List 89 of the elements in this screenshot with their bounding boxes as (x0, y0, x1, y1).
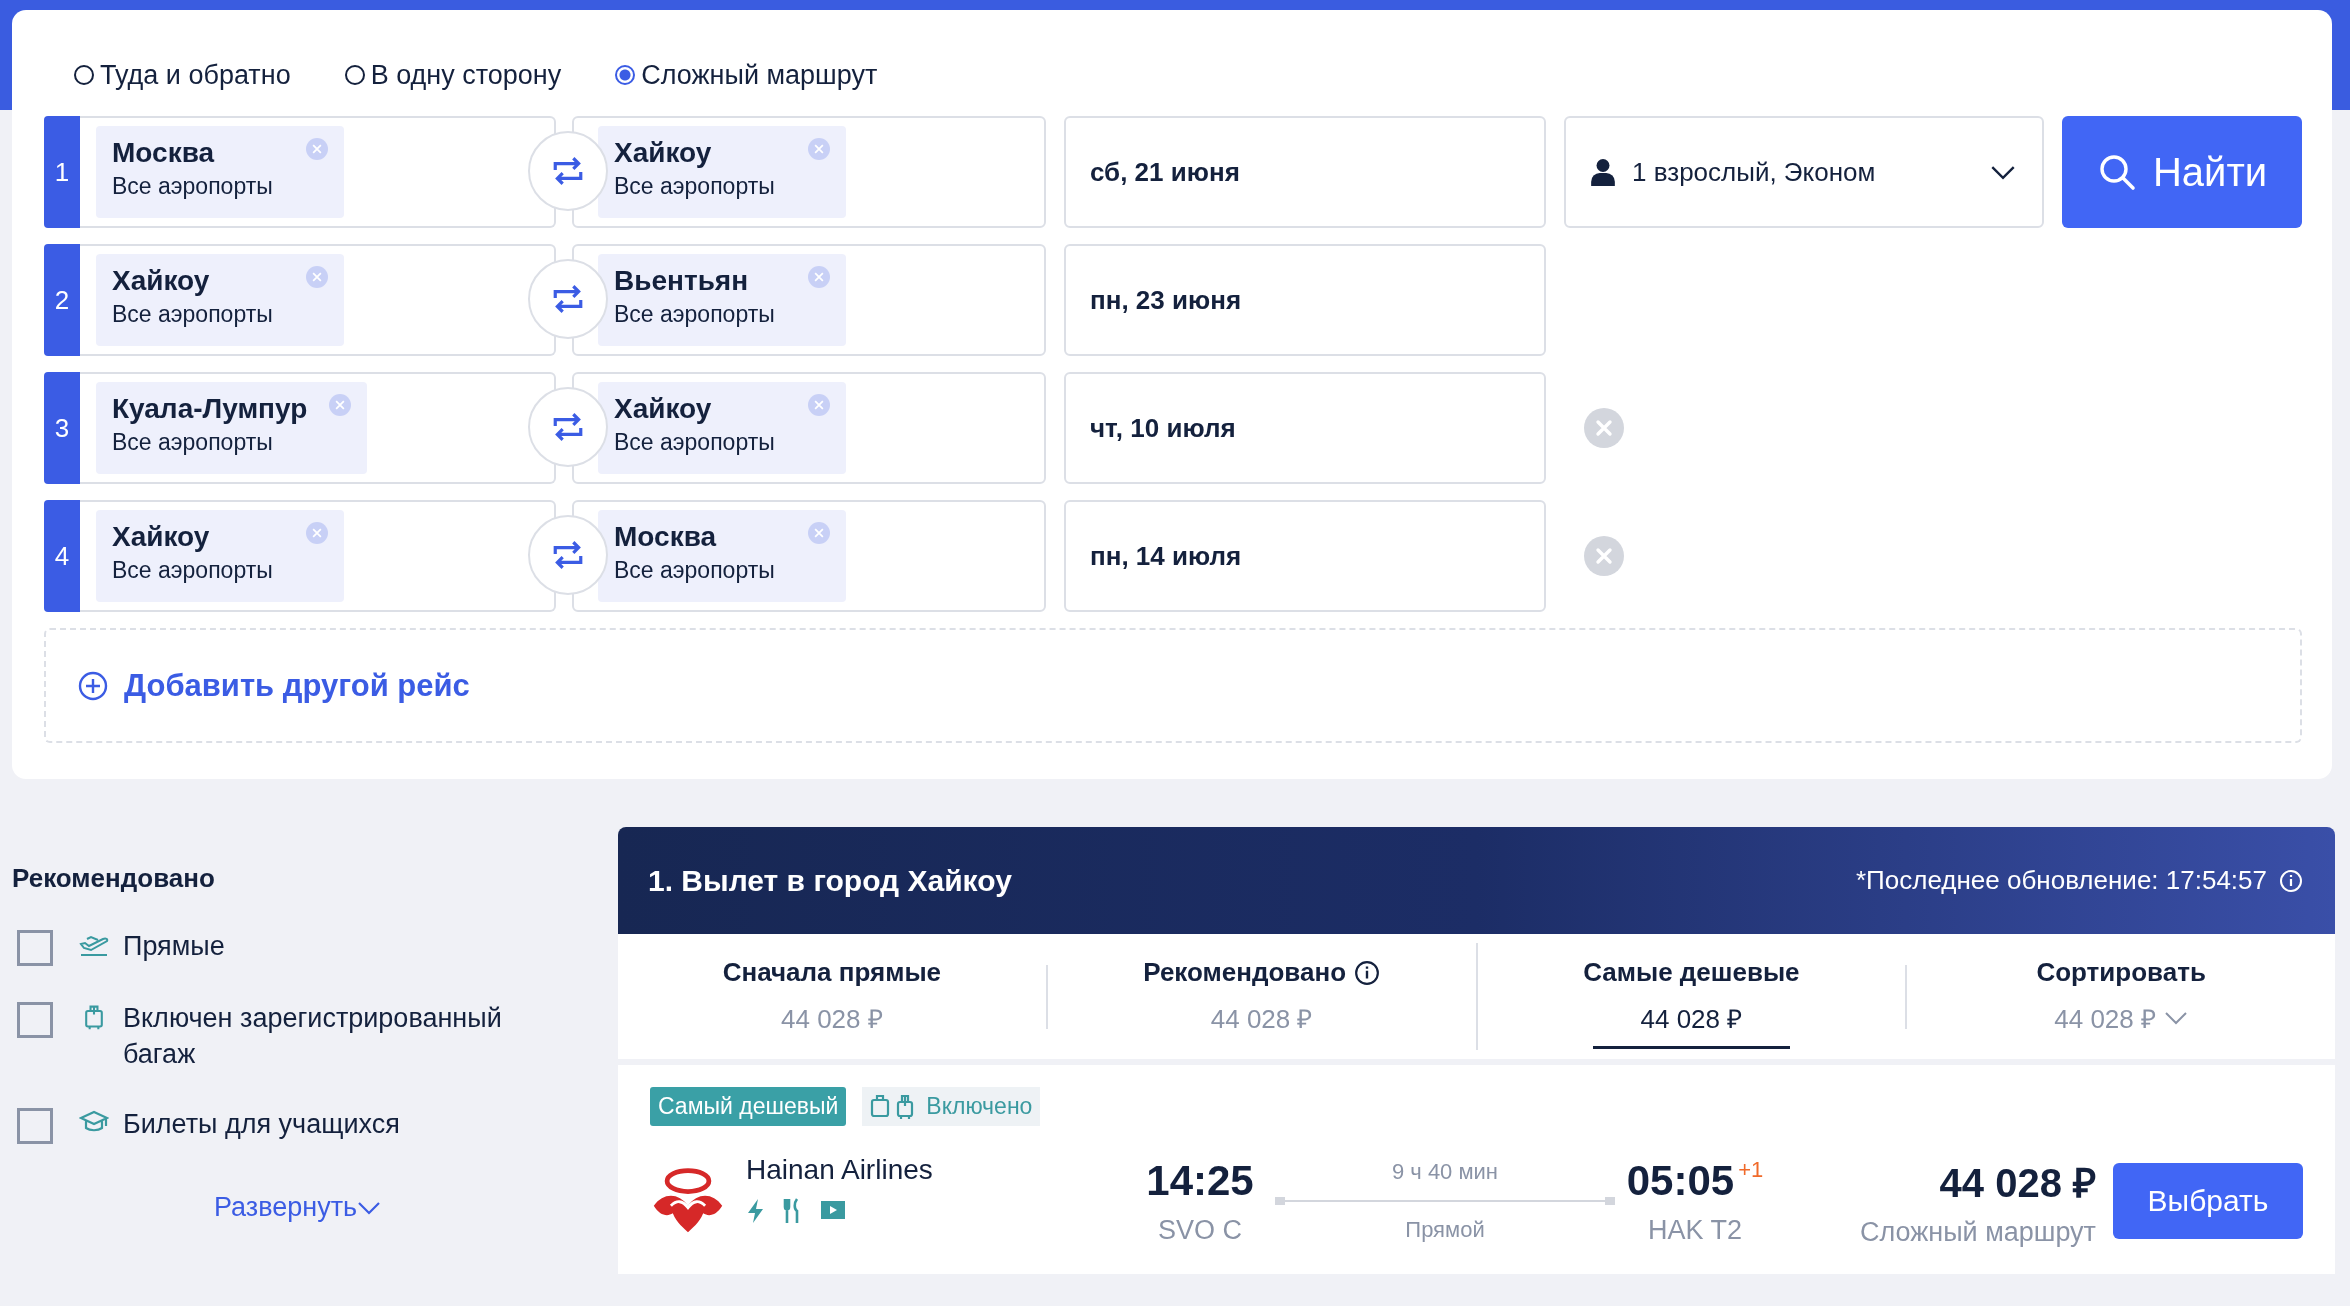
airports-label: Все аэропорты (614, 172, 776, 201)
clear-icon[interactable] (808, 394, 830, 416)
info-icon (1354, 959, 1381, 986)
sort-tab[interactable]: Самые дешевые 44 028 ₽ (1475, 943, 1906, 1050)
clear-icon[interactable] (306, 138, 328, 160)
clear-icon[interactable] (306, 266, 328, 288)
airports-label: Все аэропорты (112, 428, 274, 457)
city-name: Хайкоу (614, 392, 713, 426)
destination-field[interactable]: Вьентьян Все аэропорты (572, 244, 1046, 356)
date-field[interactable]: пн, 23 июня (1064, 244, 1546, 356)
remove-flight-icon[interactable] (1584, 408, 1624, 448)
origin-field[interactable]: Хайкоу Все аэропорты (80, 500, 556, 612)
cheapest-tag: Самый дешевый (650, 1087, 847, 1126)
chevron-down-icon (2164, 1011, 2188, 1025)
origin-field[interactable]: Москва Все аэропорты (80, 116, 556, 228)
city-name: Москва (112, 136, 216, 170)
airports-label: Все аэропорты (614, 300, 776, 329)
clear-icon[interactable] (306, 522, 328, 544)
filter-label: Прямые (123, 930, 226, 963)
origin-field[interactable]: Хайкоу Все аэропорты (80, 244, 556, 356)
city-name: Куала-Лумпур (112, 392, 308, 426)
search-button[interactable]: Найти (2062, 116, 2302, 228)
airline-name: Hainan Airlines (746, 1154, 934, 1186)
clear-icon[interactable] (808, 522, 830, 544)
last-update-label: *Последнее обновление: 17:54:57 (1856, 865, 2267, 896)
baggage-label: Включено (926, 1093, 1033, 1120)
flight-duration: 9 ч 40 мин (1391, 1159, 1499, 1185)
airports-label: Все аэропорты (112, 300, 274, 329)
remove-flight-icon[interactable] (1584, 536, 1624, 576)
date-field[interactable]: пн, 14 июля (1064, 500, 1546, 612)
route-type-label: Сложный маршрут (1859, 1217, 2096, 1248)
stops-label: Прямой (1405, 1217, 1485, 1243)
date-field[interactable]: чт, 10 июля (1064, 372, 1546, 484)
info-icon[interactable] (2279, 868, 2303, 893)
trip-type-radio[interactable]: Туда и обратно (74, 59, 291, 91)
flight-price: 44 028 ₽ (1939, 1160, 2096, 1207)
results-title: 1. Вылет в город Хайкоу (648, 863, 1013, 898)
destination-field[interactable]: Хайкоу Все аэропорты (572, 372, 1046, 484)
city-name: Хайкоу (112, 520, 211, 554)
add-flight-link[interactable]: Добавить другой рейс (78, 667, 470, 704)
chevron-down-icon (357, 1200, 382, 1215)
arrival-time: 05:05 (1626, 1156, 1735, 1205)
airports-label: Все аэропорты (112, 172, 274, 201)
city-name: Хайкоу (112, 264, 211, 298)
sort-tab[interactable]: Рекомендовано 44 028 ₽ (1045, 964, 1476, 1029)
plus-circle-icon (78, 670, 108, 701)
sort-tab[interactable]: Сначала прямые 44 028 ₽ (618, 964, 1046, 1029)
departure-airport: SVO C (1158, 1214, 1242, 1246)
airports-label: Все аэропорты (614, 556, 776, 585)
departure-time: 14:25 (1146, 1156, 1254, 1205)
passengers-label: 1 взрослый, Эконом (1632, 156, 1877, 188)
filter-label: Включен зарегистрированный багаж (123, 1002, 503, 1071)
clear-icon[interactable] (808, 266, 830, 288)
destination-field[interactable]: Москва Все аэропорты (572, 500, 1046, 612)
leg-number: 1 (44, 116, 80, 228)
clear-icon[interactable] (808, 138, 830, 160)
airports-label: Все аэропорты (614, 428, 776, 457)
airports-label: Все аэропорты (112, 556, 274, 585)
trip-type-radio[interactable]: Сложный маршрут (615, 59, 878, 91)
swap-arrows-icon (551, 156, 585, 186)
arrival-airport: HAK T2 (1647, 1214, 1742, 1246)
expand-link[interactable]: Развернуть (214, 1192, 382, 1223)
swap-arrows-icon (551, 412, 585, 442)
leg-number: 2 (44, 244, 80, 356)
day-offset: +1 (1738, 1156, 1764, 1183)
person-icon (1590, 158, 1616, 186)
city-name: Москва (614, 520, 718, 554)
select-button[interactable]: Выбрать (2113, 1163, 2303, 1239)
screen-icon (820, 1198, 846, 1222)
chevron-down-icon (1990, 164, 2016, 180)
city-name: Вьентьян (614, 264, 750, 298)
destination-field[interactable]: Хайкоу Все аэропорты (572, 116, 1046, 228)
filter-label: Билеты для учащихся (123, 1108, 401, 1141)
swap-arrows-icon (551, 284, 585, 314)
filter-heading: Рекомендовано (12, 863, 216, 894)
swap-arrows-icon (551, 540, 585, 570)
leg-number: 3 (44, 372, 80, 484)
checkbox[interactable] (17, 930, 53, 966)
leg-number: 4 (44, 500, 80, 612)
trip-type-radio[interactable]: В одну сторону (344, 59, 562, 91)
sort-tab[interactable]: Сортировать 44 028 ₽ (1905, 964, 2335, 1029)
passengers-dropdown[interactable]: 1 взрослый, Эконом (1564, 116, 2044, 228)
date-field[interactable]: сб, 21 июня (1064, 116, 1546, 228)
city-name: Хайкоу (614, 136, 713, 170)
checkbox[interactable] (17, 1108, 53, 1144)
checkbox[interactable] (17, 1002, 53, 1038)
clear-icon[interactable] (329, 394, 352, 416)
lightning-icon (746, 1198, 766, 1224)
origin-field[interactable]: Куала-Лумпур Все аэропорты (80, 372, 556, 484)
